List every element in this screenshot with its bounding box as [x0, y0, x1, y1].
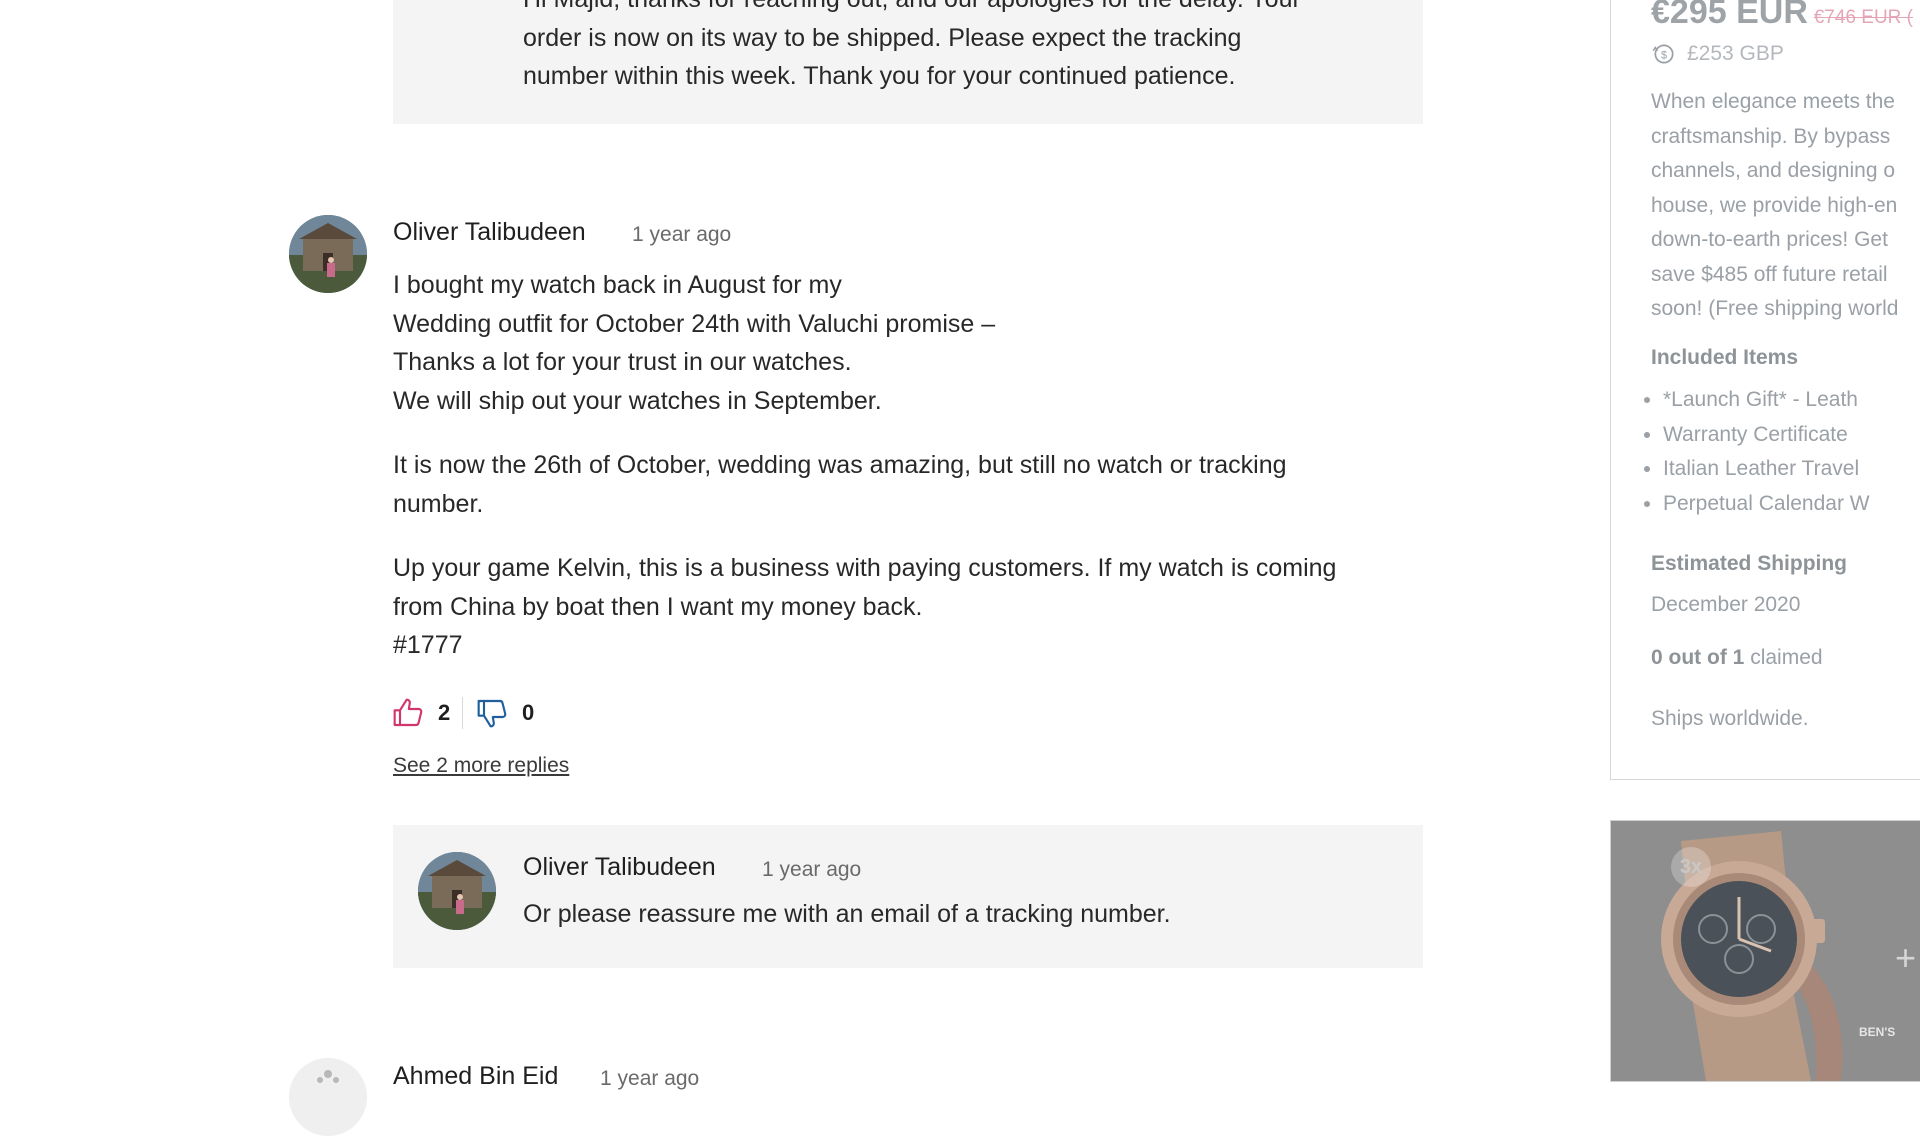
- reply-author[interactable]: Oliver Talibudeen: [523, 853, 716, 882]
- comment-line: Wedding outfit for October 24th with Val…: [393, 309, 996, 338]
- default-avatar-icon: [289, 1058, 367, 1136]
- next-avatar[interactable]: [289, 1058, 367, 1136]
- comment-line: from China by boat then I want my money …: [393, 592, 923, 621]
- claimed-count: 0 out of 1: [1651, 646, 1745, 669]
- reward-card[interactable]: €295 EUR €746 EUR ( $ £253 GBP When eleg…: [1610, 0, 1920, 780]
- thumbs-down-icon: [477, 699, 507, 728]
- reply-line: Hi Majid, thanks for reaching out, and o…: [523, 0, 1403, 19]
- comment-time: 1 year ago: [632, 223, 732, 246]
- claimed-label: claimed: [1750, 646, 1823, 669]
- description-line: down-to-earth prices! Get: [1651, 228, 1888, 251]
- included-items-list: *Launch Gift* - Leath Warranty Certifica…: [1611, 383, 1870, 521]
- quantity-badge-label: 3x: [1679, 855, 1703, 878]
- vote-divider: [462, 697, 463, 729]
- description-line: house, we provide high-en: [1651, 193, 1898, 217]
- description-line: channels, and designing o: [1651, 159, 1896, 182]
- comment-line: Up your game Kelvin, this is a business …: [393, 554, 1337, 582]
- price-original: €746 EUR (: [1813, 7, 1913, 28]
- ships-worldwide: Ships worldwide.: [1651, 707, 1809, 730]
- comment-body: I bought my watch back in August for my …: [393, 266, 1423, 665]
- reply-box: Oliver Talibudeen 1 year ago Or please r…: [393, 825, 1423, 968]
- reply-box-top: Hi Majid, thanks for reaching out, and o…: [393, 0, 1423, 124]
- description-line: craftsmanship. By bypass: [1651, 124, 1891, 148]
- claimed-status: 0 out of 1 claimed: [1651, 646, 1823, 670]
- description-line: save $485 off future retail: [1651, 262, 1888, 286]
- currency-exchange-icon: $: [1652, 44, 1674, 64]
- like-button[interactable]: 2: [392, 696, 450, 730]
- comment-line: Thanks a lot for your trust in our watch…: [393, 348, 852, 376]
- included-items-title: Included Items: [1651, 346, 1799, 369]
- svg-text:$: $: [1661, 49, 1667, 61]
- included-item: Warranty Certificate: [1663, 418, 1870, 453]
- comment-line: #1777: [393, 631, 463, 659]
- see-more-replies-link[interactable]: See 2 more replies: [393, 754, 569, 778]
- included-item: Perpetual Calendar W: [1663, 487, 1870, 522]
- add-icon[interactable]: +: [1895, 937, 1916, 979]
- reply-text: Hi Majid, thanks for reaching out, and o…: [523, 0, 1403, 96]
- estimated-shipping-title: Estimated Shipping: [1651, 552, 1848, 575]
- comment-line: It is now the 26th of October, wedding w…: [393, 451, 1287, 479]
- reply-text: Or please reassure me with an email of a…: [523, 900, 1171, 928]
- dislike-button[interactable]: 0: [476, 696, 534, 730]
- avatar-photo: [418, 852, 496, 930]
- next-comment-time: 1 year ago: [600, 1067, 700, 1090]
- price: €295 EUR: [1651, 0, 1808, 31]
- reply-time: 1 year ago: [762, 858, 862, 881]
- reply-line: number within this week. Thank you for y…: [523, 62, 1236, 90]
- avatar[interactable]: [289, 215, 367, 293]
- reply-avatar[interactable]: [418, 852, 496, 930]
- quantity-badge: 3x: [1671, 847, 1711, 887]
- comment-author[interactable]: Oliver Talibudeen: [393, 218, 586, 247]
- watch-image: [1611, 821, 1920, 1081]
- reward-description: When elegance meets the craftsmanship. B…: [1651, 85, 1898, 327]
- reply-line: order is now on its way to be shipped. P…: [523, 23, 1242, 52]
- comment-line: number.: [393, 489, 484, 518]
- like-count: 2: [438, 700, 451, 725]
- included-item: *Launch Gift* - Leath: [1663, 383, 1870, 418]
- avatar-photo: [289, 215, 367, 293]
- description-line: When elegance meets the: [1651, 90, 1895, 113]
- dislike-count: 0: [522, 700, 535, 725]
- next-comment-author[interactable]: Ahmed Bin Eid: [393, 1062, 558, 1091]
- description-line: soon! (Free shipping world: [1651, 297, 1899, 320]
- reward-image-card[interactable]: 3x + BEN'S: [1610, 820, 1920, 1082]
- included-item: Italian Leather Travel: [1663, 452, 1870, 487]
- thumbs-up-icon: [393, 698, 423, 727]
- comment-line: I bought my watch back in August for my: [393, 271, 842, 299]
- estimated-shipping-date: December 2020: [1651, 593, 1801, 616]
- watermark: BEN'S: [1859, 1025, 1896, 1039]
- comment-line: We will ship out your watches in Septemb…: [393, 386, 882, 415]
- price-gbp: £253 GBP: [1687, 42, 1784, 65]
